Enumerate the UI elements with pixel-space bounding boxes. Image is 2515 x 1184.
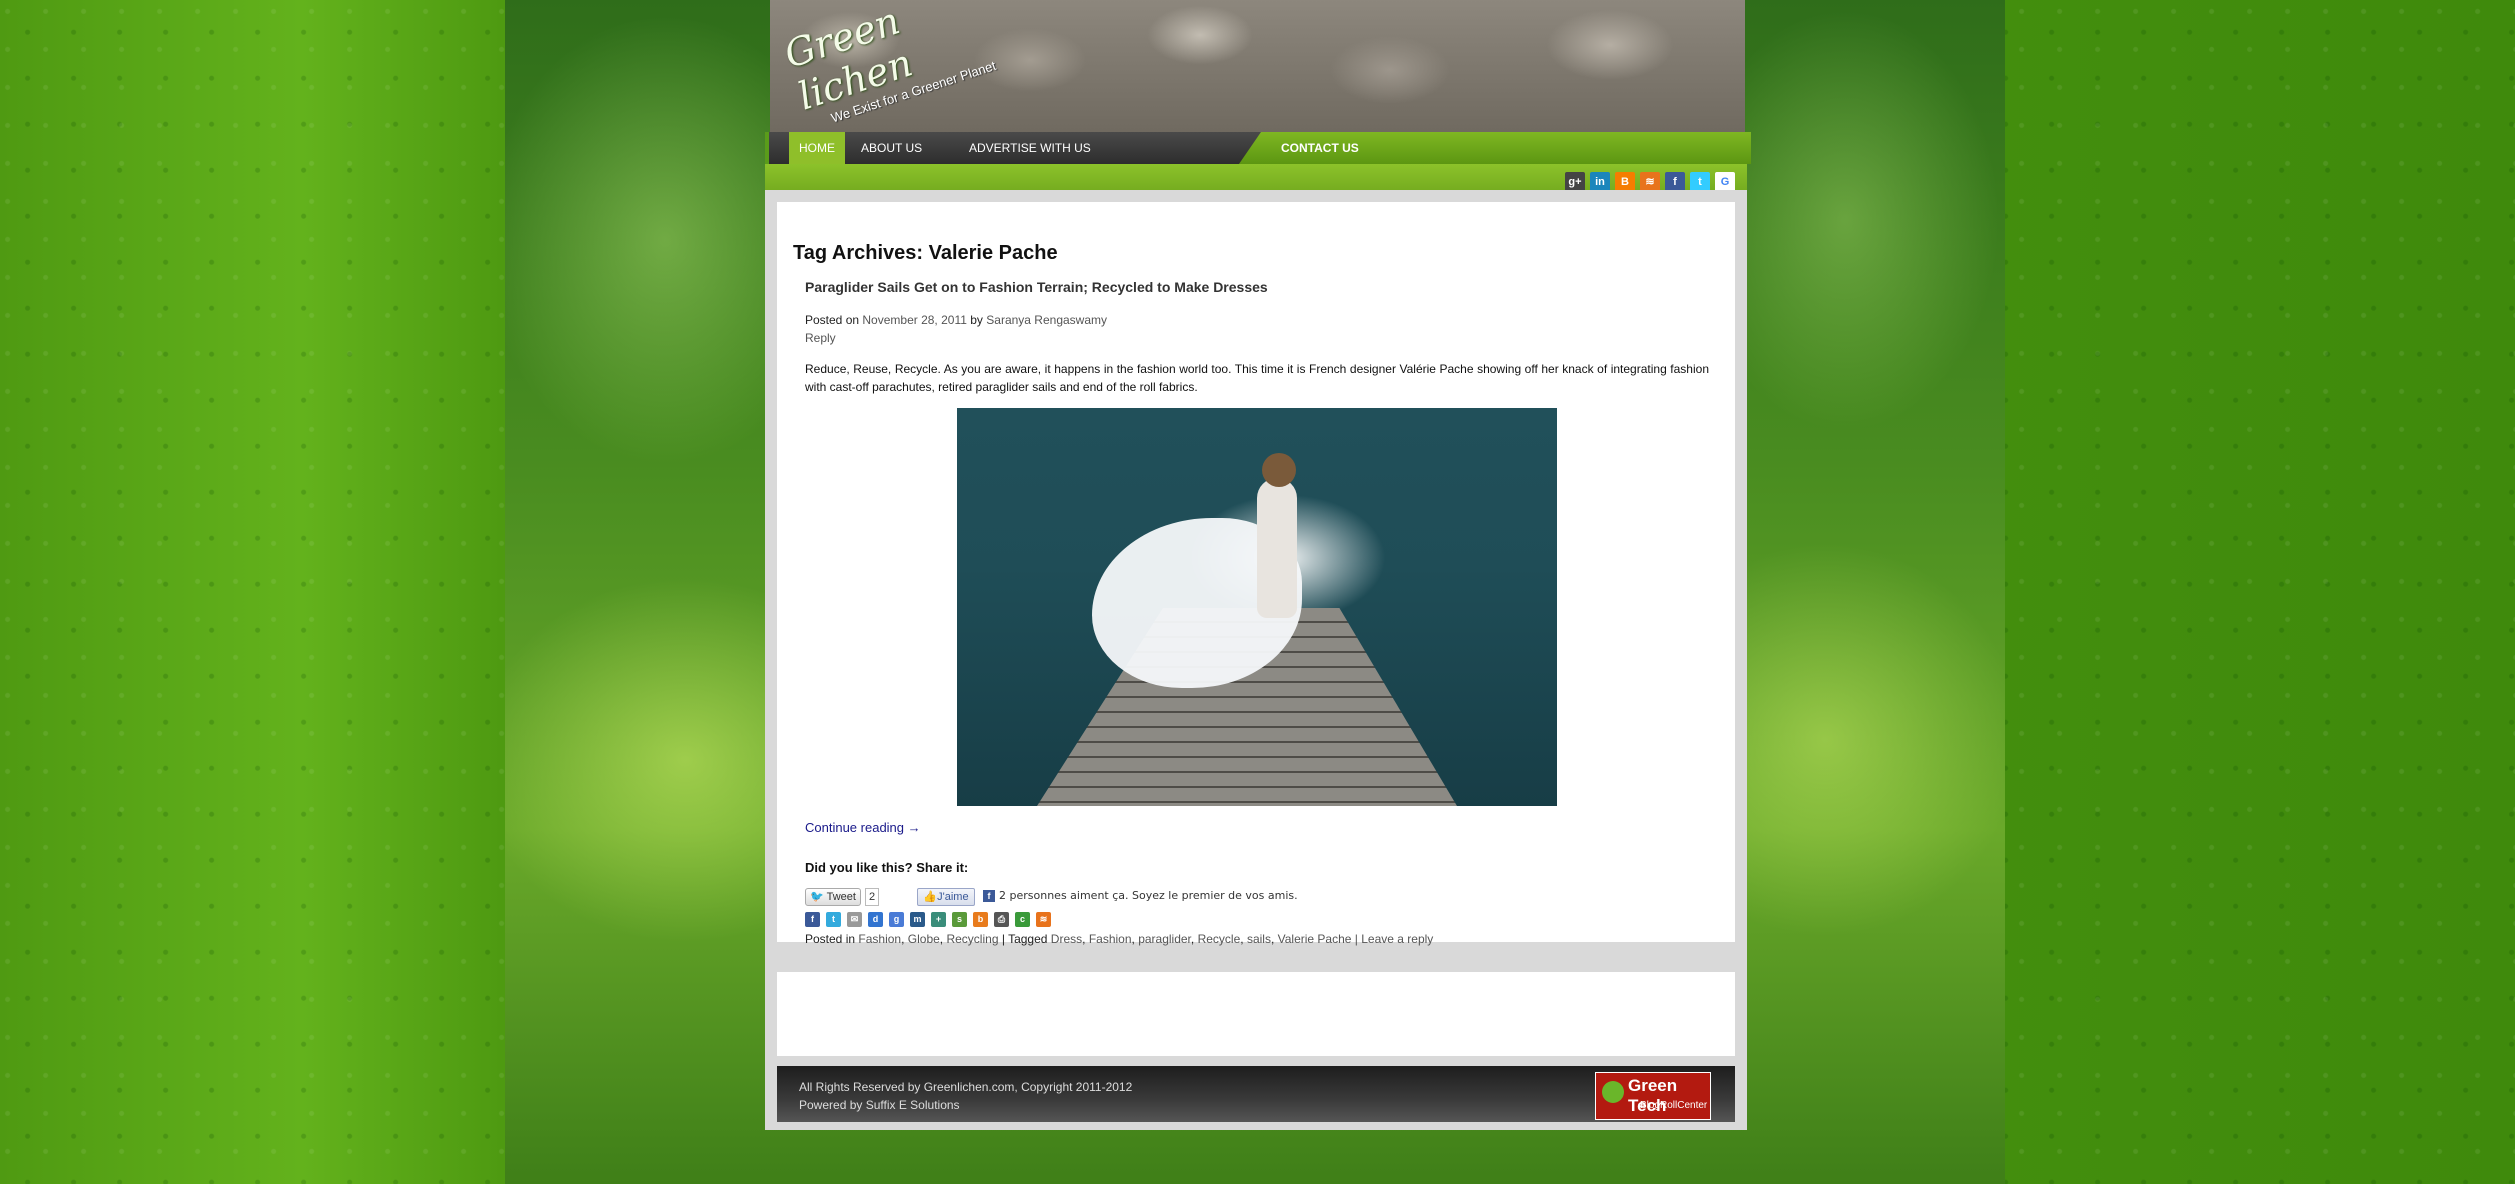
tag-link[interactable]: Fashion [1089, 932, 1132, 946]
category-link[interactable]: Globe [908, 932, 940, 946]
tagged-label: | Tagged [1001, 932, 1048, 946]
technorati-share-icon[interactable]: c [1015, 912, 1030, 927]
post-title[interactable]: Paraglider Sails Get on to Fashion Terra… [805, 279, 1268, 295]
tag-link[interactable]: Valerie Pache [1278, 932, 1352, 946]
print-share-icon[interactable]: ⎙ [994, 912, 1009, 927]
tweet-label: Tweet [826, 891, 856, 903]
rss-share-icon[interactable]: ≋ [1036, 912, 1051, 927]
posted-in-label: Posted in [805, 932, 856, 946]
tweet-button[interactable]: 🐦 Tweet [805, 888, 861, 906]
rss-icon[interactable]: ≋ [1640, 172, 1660, 192]
post: Tag Archives: Valerie Pache Paraglider S… [777, 202, 1735, 946]
linkedin-icon[interactable]: in [1590, 172, 1610, 192]
post-date-link[interactable]: November 28, 2011 [862, 313, 967, 327]
myspace-share-icon[interactable]: m [910, 912, 925, 927]
tweet-count: 2 [865, 888, 879, 906]
powered-by-text[interactable]: Powered by Suffix E Solutions [799, 1096, 1132, 1114]
posted-on-label: Posted on [805, 313, 860, 327]
site-footer: All Rights Reserved by Greenlichen.com, … [777, 1066, 1735, 1122]
share-title: Did you like this? Share it: [805, 860, 969, 875]
post-footer-meta: Posted in Fashion, Globe, Recycling | Ta… [805, 932, 1434, 946]
thumbs-up-icon: 👍 [923, 891, 938, 903]
email-share-icon[interactable]: ✉ [847, 912, 862, 927]
blogger-share-icon[interactable]: b [973, 912, 988, 927]
like-label: J'aime [937, 891, 969, 903]
nav-contact-us[interactable]: CONTACT US [1281, 132, 1359, 164]
hair-shape [1262, 453, 1296, 487]
google-icon[interactable]: G [1715, 172, 1735, 192]
tag-link[interactable]: paraglider [1138, 932, 1191, 946]
category-link[interactable]: Fashion [858, 932, 901, 946]
by-label: by [970, 313, 983, 327]
content-area: Tag Archives: Valerie Pache Paraglider S… [765, 190, 1747, 1130]
post-excerpt: Reduce, Reuse, Recycle. As you are aware… [805, 362, 1709, 394]
green-tech-badge[interactable]: Green Tech BlogRollCenter [1595, 1072, 1711, 1120]
like-count-text: 2 personnes aiment ça. Soyez le premier … [999, 889, 1298, 902]
reply-link[interactable]: Reply [805, 331, 836, 345]
continue-reading-link[interactable]: Continue reading → [805, 820, 921, 835]
post-meta: Posted on November 28, 2011 by Saranya R… [805, 313, 1107, 327]
empty-widget-area [777, 972, 1735, 1056]
twitter-icon[interactable]: t [1690, 172, 1710, 192]
like-button[interactable]: 👍J'aime [917, 888, 975, 906]
twitter-share-icon[interactable]: t [826, 912, 841, 927]
top-bar: HOME ABOUT US ADVERTISE WITH US CONTACT … [765, 132, 1751, 198]
footer-copyright: All Rights Reserved by Greenlichen.com, … [799, 1078, 1132, 1114]
share-share-icon[interactable]: + [931, 912, 946, 927]
category-link[interactable]: Recycling [946, 932, 998, 946]
contact-bar: CONTACT US ⌕ [1239, 132, 1751, 164]
leave-reply-link[interactable]: | Leave a reply [1355, 932, 1434, 946]
facebook-small-icon: f [983, 890, 995, 902]
facebook-icon[interactable]: f [1665, 172, 1685, 192]
nav-home[interactable]: HOME [789, 132, 845, 164]
google-plus-icon[interactable]: g+ [1565, 172, 1585, 192]
nav-advertise[interactable]: ADVERTISE WITH US [959, 132, 1101, 164]
nav-about-us[interactable]: ABOUT US [851, 132, 932, 164]
copyright-text: All Rights Reserved by Greenlichen.com, … [799, 1080, 1133, 1094]
google-share-icon[interactable]: g [889, 912, 904, 927]
globe-icon [1602, 1081, 1624, 1103]
main-nav: HOME ABOUT US ADVERTISE WITH US CONTACT … [765, 132, 1751, 164]
search-icon[interactable]: ⌕ [2154, 137, 2174, 159]
blogger-icon[interactable]: B [1615, 172, 1635, 192]
tag-link[interactable]: Dress [1051, 932, 1082, 946]
facebook-share-icon[interactable]: f [805, 912, 820, 927]
delicious-share-icon[interactable]: d [868, 912, 883, 927]
author-link[interactable]: Saranya Rengaswamy [986, 313, 1107, 327]
stumble-share-icon[interactable]: s [952, 912, 967, 927]
tag-link[interactable]: Recycle [1198, 932, 1241, 946]
post-image[interactable] [957, 408, 1557, 806]
twitter-bird-icon: 🐦 [810, 891, 824, 903]
badge-subtitle: BlogRollCenter [1640, 1100, 1708, 1111]
tag-link[interactable]: sails [1247, 932, 1271, 946]
page-title: Tag Archives: Valerie Pache [793, 242, 1058, 264]
figure-shape [1257, 478, 1297, 618]
